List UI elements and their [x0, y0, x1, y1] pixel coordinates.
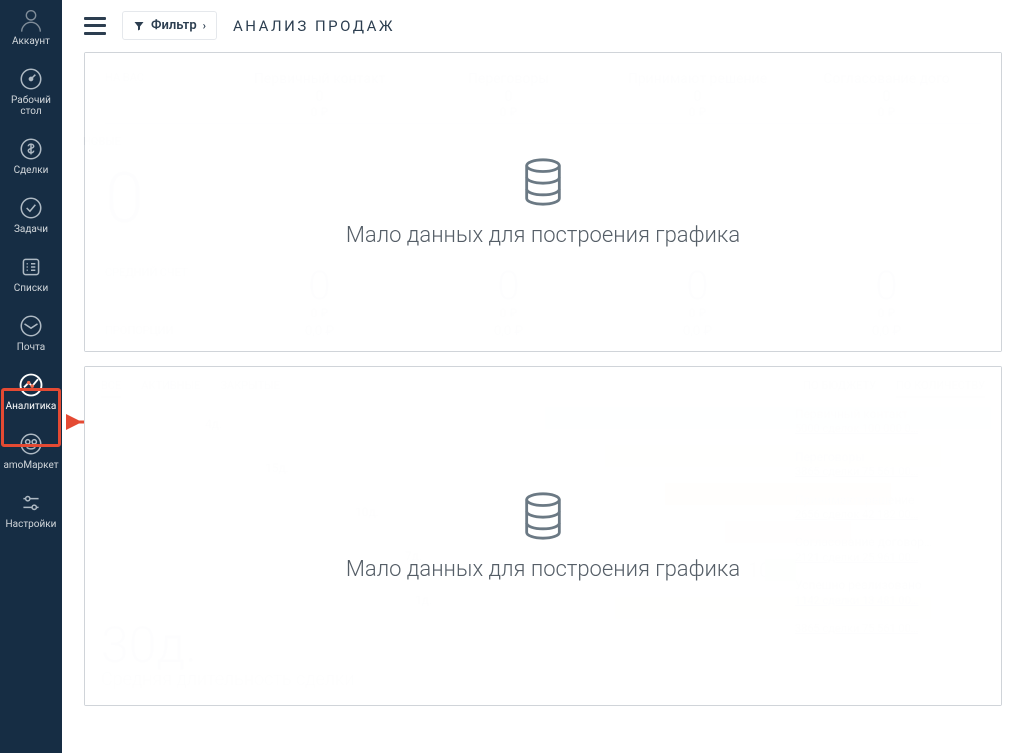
sidebar-label: Почта — [17, 342, 45, 353]
sidebar-item-desktop[interactable]: Рабочий стол — [0, 55, 62, 125]
duration-panel: ВСЕ АКТИВНЫЕ ЗАКРЫТЫЕ ПО БЮДЖЕТУ ПО КОЛИ… — [84, 366, 1002, 706]
sidebar-item-lists[interactable]: Списки — [0, 243, 62, 302]
sidebar-item-mail[interactable]: Почта — [0, 302, 62, 361]
chevron-right-icon: › — [203, 19, 206, 32]
funnel-icon — [133, 20, 145, 32]
sidebar-label: Списки — [14, 283, 48, 294]
sidebar-item-settings[interactable]: Настройки — [0, 479, 62, 538]
main-area: Фильтр › АНАЛИЗ ПРОДАЖ НА ВАС Первичный … — [62, 0, 1024, 753]
empty-state-overlay: Мало данных для построения графика — [85, 53, 1001, 351]
gauge-icon — [17, 65, 45, 93]
market-icon — [17, 430, 45, 458]
empty-state-text: Мало данных для построения графика — [346, 556, 740, 585]
empty-state-overlay: Мало данных для построения графика — [85, 367, 1001, 705]
empty-state-text: Мало данных для построения графика — [346, 222, 740, 251]
settings-icon — [17, 489, 45, 517]
dollar-icon — [17, 135, 45, 163]
analytics-icon — [17, 371, 45, 399]
mail-icon — [17, 312, 45, 340]
database-icon — [515, 154, 571, 210]
filter-button[interactable]: Фильтр › — [122, 11, 217, 40]
sidebar-item-deals[interactable]: Сделки — [0, 125, 62, 184]
avatar-icon — [17, 6, 45, 34]
sidebar-label: Настройки — [6, 519, 57, 530]
sidebar-label: Сделки — [14, 165, 49, 176]
sidebar-label: Аналитика — [6, 401, 57, 412]
sidebar-item-analytics[interactable]: Аналитика — [0, 361, 62, 420]
database-icon — [515, 488, 571, 544]
sidebar-item-tasks[interactable]: Задачи — [0, 184, 62, 243]
menu-icon[interactable] — [84, 17, 106, 35]
funnel-panel: НА ВАС Первичный контакт00 ₽ Переговоры0… — [84, 52, 1002, 352]
sidebar-item-market[interactable]: amoМаркет — [0, 420, 62, 479]
sidebar-label: Задачи — [14, 224, 48, 235]
topbar: Фильтр › АНАЛИЗ ПРОДАЖ — [62, 0, 1024, 52]
page-title: АНАЛИЗ ПРОДАЖ — [233, 17, 395, 35]
sidebar-label: Аккаунт — [12, 36, 50, 47]
check-icon — [17, 194, 45, 222]
sidebar-label: amoМаркет — [3, 460, 58, 471]
sidebar-label: Рабочий стол — [0, 95, 62, 117]
app-sidebar: Аккаунт Рабочий стол Сделки Задачи Списк… — [0, 0, 62, 753]
list-icon — [17, 253, 45, 281]
filter-label: Фильтр — [151, 18, 197, 33]
sidebar-item-account[interactable]: Аккаунт — [0, 0, 62, 55]
